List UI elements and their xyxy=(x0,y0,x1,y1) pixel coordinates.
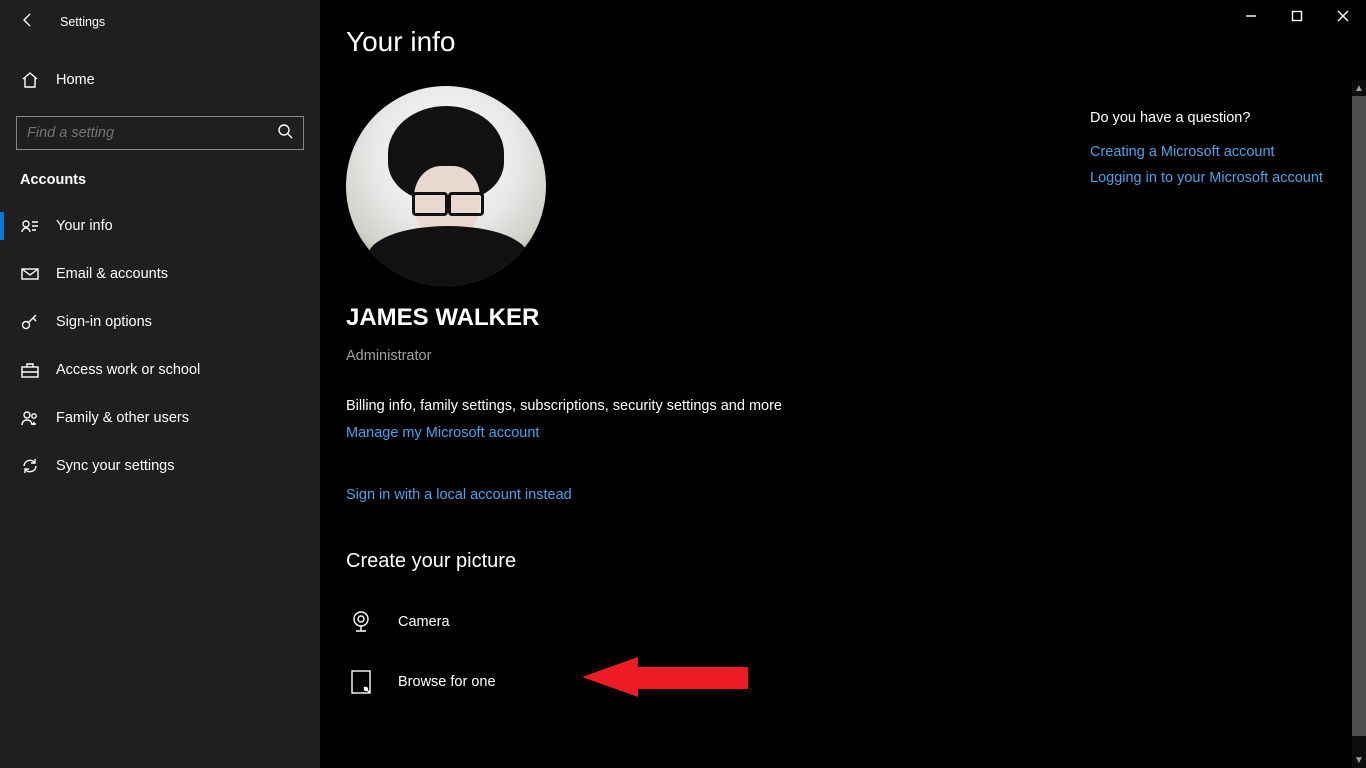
sidebar-item-label: Your info xyxy=(56,218,113,234)
sidebar-item-email-accounts[interactable]: Email & accounts xyxy=(16,250,304,298)
scroll-down-button[interactable]: ▼ xyxy=(1352,752,1366,768)
camera-option[interactable]: Camera xyxy=(346,599,1366,645)
page-title: Your info xyxy=(346,26,1366,58)
home-button[interactable]: Home xyxy=(16,58,304,102)
sidebar-item-signin-options[interactable]: Sign-in options xyxy=(16,298,304,346)
back-button[interactable] xyxy=(20,12,36,33)
option-label: Camera xyxy=(398,614,450,630)
sidebar-item-label: Sync your settings xyxy=(56,458,174,474)
local-account-link[interactable]: Sign in with a local account instead xyxy=(346,487,572,503)
sidebar-item-label: Access work or school xyxy=(56,362,200,378)
close-button[interactable] xyxy=(1320,0,1366,32)
mail-icon xyxy=(20,265,40,283)
section-header: Accounts xyxy=(16,172,304,188)
main-content: Your info JAMES WALKER Administrator Bil… xyxy=(320,0,1366,768)
key-icon xyxy=(20,313,40,331)
window-title: Settings xyxy=(60,15,105,29)
picture-file-icon xyxy=(346,669,376,695)
person-card-icon xyxy=(20,217,40,235)
help-link-login-account[interactable]: Logging in to your Microsoft account xyxy=(1090,170,1340,186)
user-name: JAMES WALKER xyxy=(346,304,1366,332)
window-controls xyxy=(1228,0,1366,32)
user-role: Administrator xyxy=(346,348,1366,364)
browse-option[interactable]: Browse for one xyxy=(346,659,1366,705)
minimize-button[interactable] xyxy=(1228,0,1274,32)
sidebar-item-label: Sign-in options xyxy=(56,314,152,330)
search-field[interactable] xyxy=(27,125,277,141)
sidebar-item-access-work-school[interactable]: Access work or school xyxy=(16,346,304,394)
sidebar-item-your-info[interactable]: Your info xyxy=(16,202,304,250)
home-label: Home xyxy=(56,72,95,88)
annotation-arrow xyxy=(582,657,748,697)
option-label: Browse for one xyxy=(398,674,496,690)
people-icon xyxy=(20,409,40,427)
create-picture-heading: Create your picture xyxy=(346,550,1366,573)
camera-icon xyxy=(346,609,376,635)
sidebar-item-sync-settings[interactable]: Sync your settings xyxy=(16,442,304,490)
search-input[interactable] xyxy=(16,116,304,150)
briefcase-icon xyxy=(20,361,40,379)
scrollbar-thumb[interactable] xyxy=(1352,96,1366,736)
help-panel: Do you have a question? Creating a Micro… xyxy=(1090,110,1340,196)
scroll-up-button[interactable]: ▲ xyxy=(1352,80,1366,96)
home-icon xyxy=(20,71,40,89)
sidebar: Settings Home Accounts xyxy=(0,0,320,768)
sync-icon xyxy=(20,457,40,475)
search-icon xyxy=(277,123,293,144)
manage-account-link[interactable]: Manage my Microsoft account xyxy=(346,425,539,441)
help-link-create-account[interactable]: Creating a Microsoft account xyxy=(1090,144,1340,160)
profile-picture xyxy=(346,86,546,286)
sidebar-item-label: Family & other users xyxy=(56,410,189,426)
sidebar-item-label: Email & accounts xyxy=(56,266,168,282)
sidebar-item-family-users[interactable]: Family & other users xyxy=(16,394,304,442)
account-description: Billing info, family settings, subscript… xyxy=(346,398,1366,414)
help-title: Do you have a question? xyxy=(1090,110,1340,126)
maximize-button[interactable] xyxy=(1274,0,1320,32)
